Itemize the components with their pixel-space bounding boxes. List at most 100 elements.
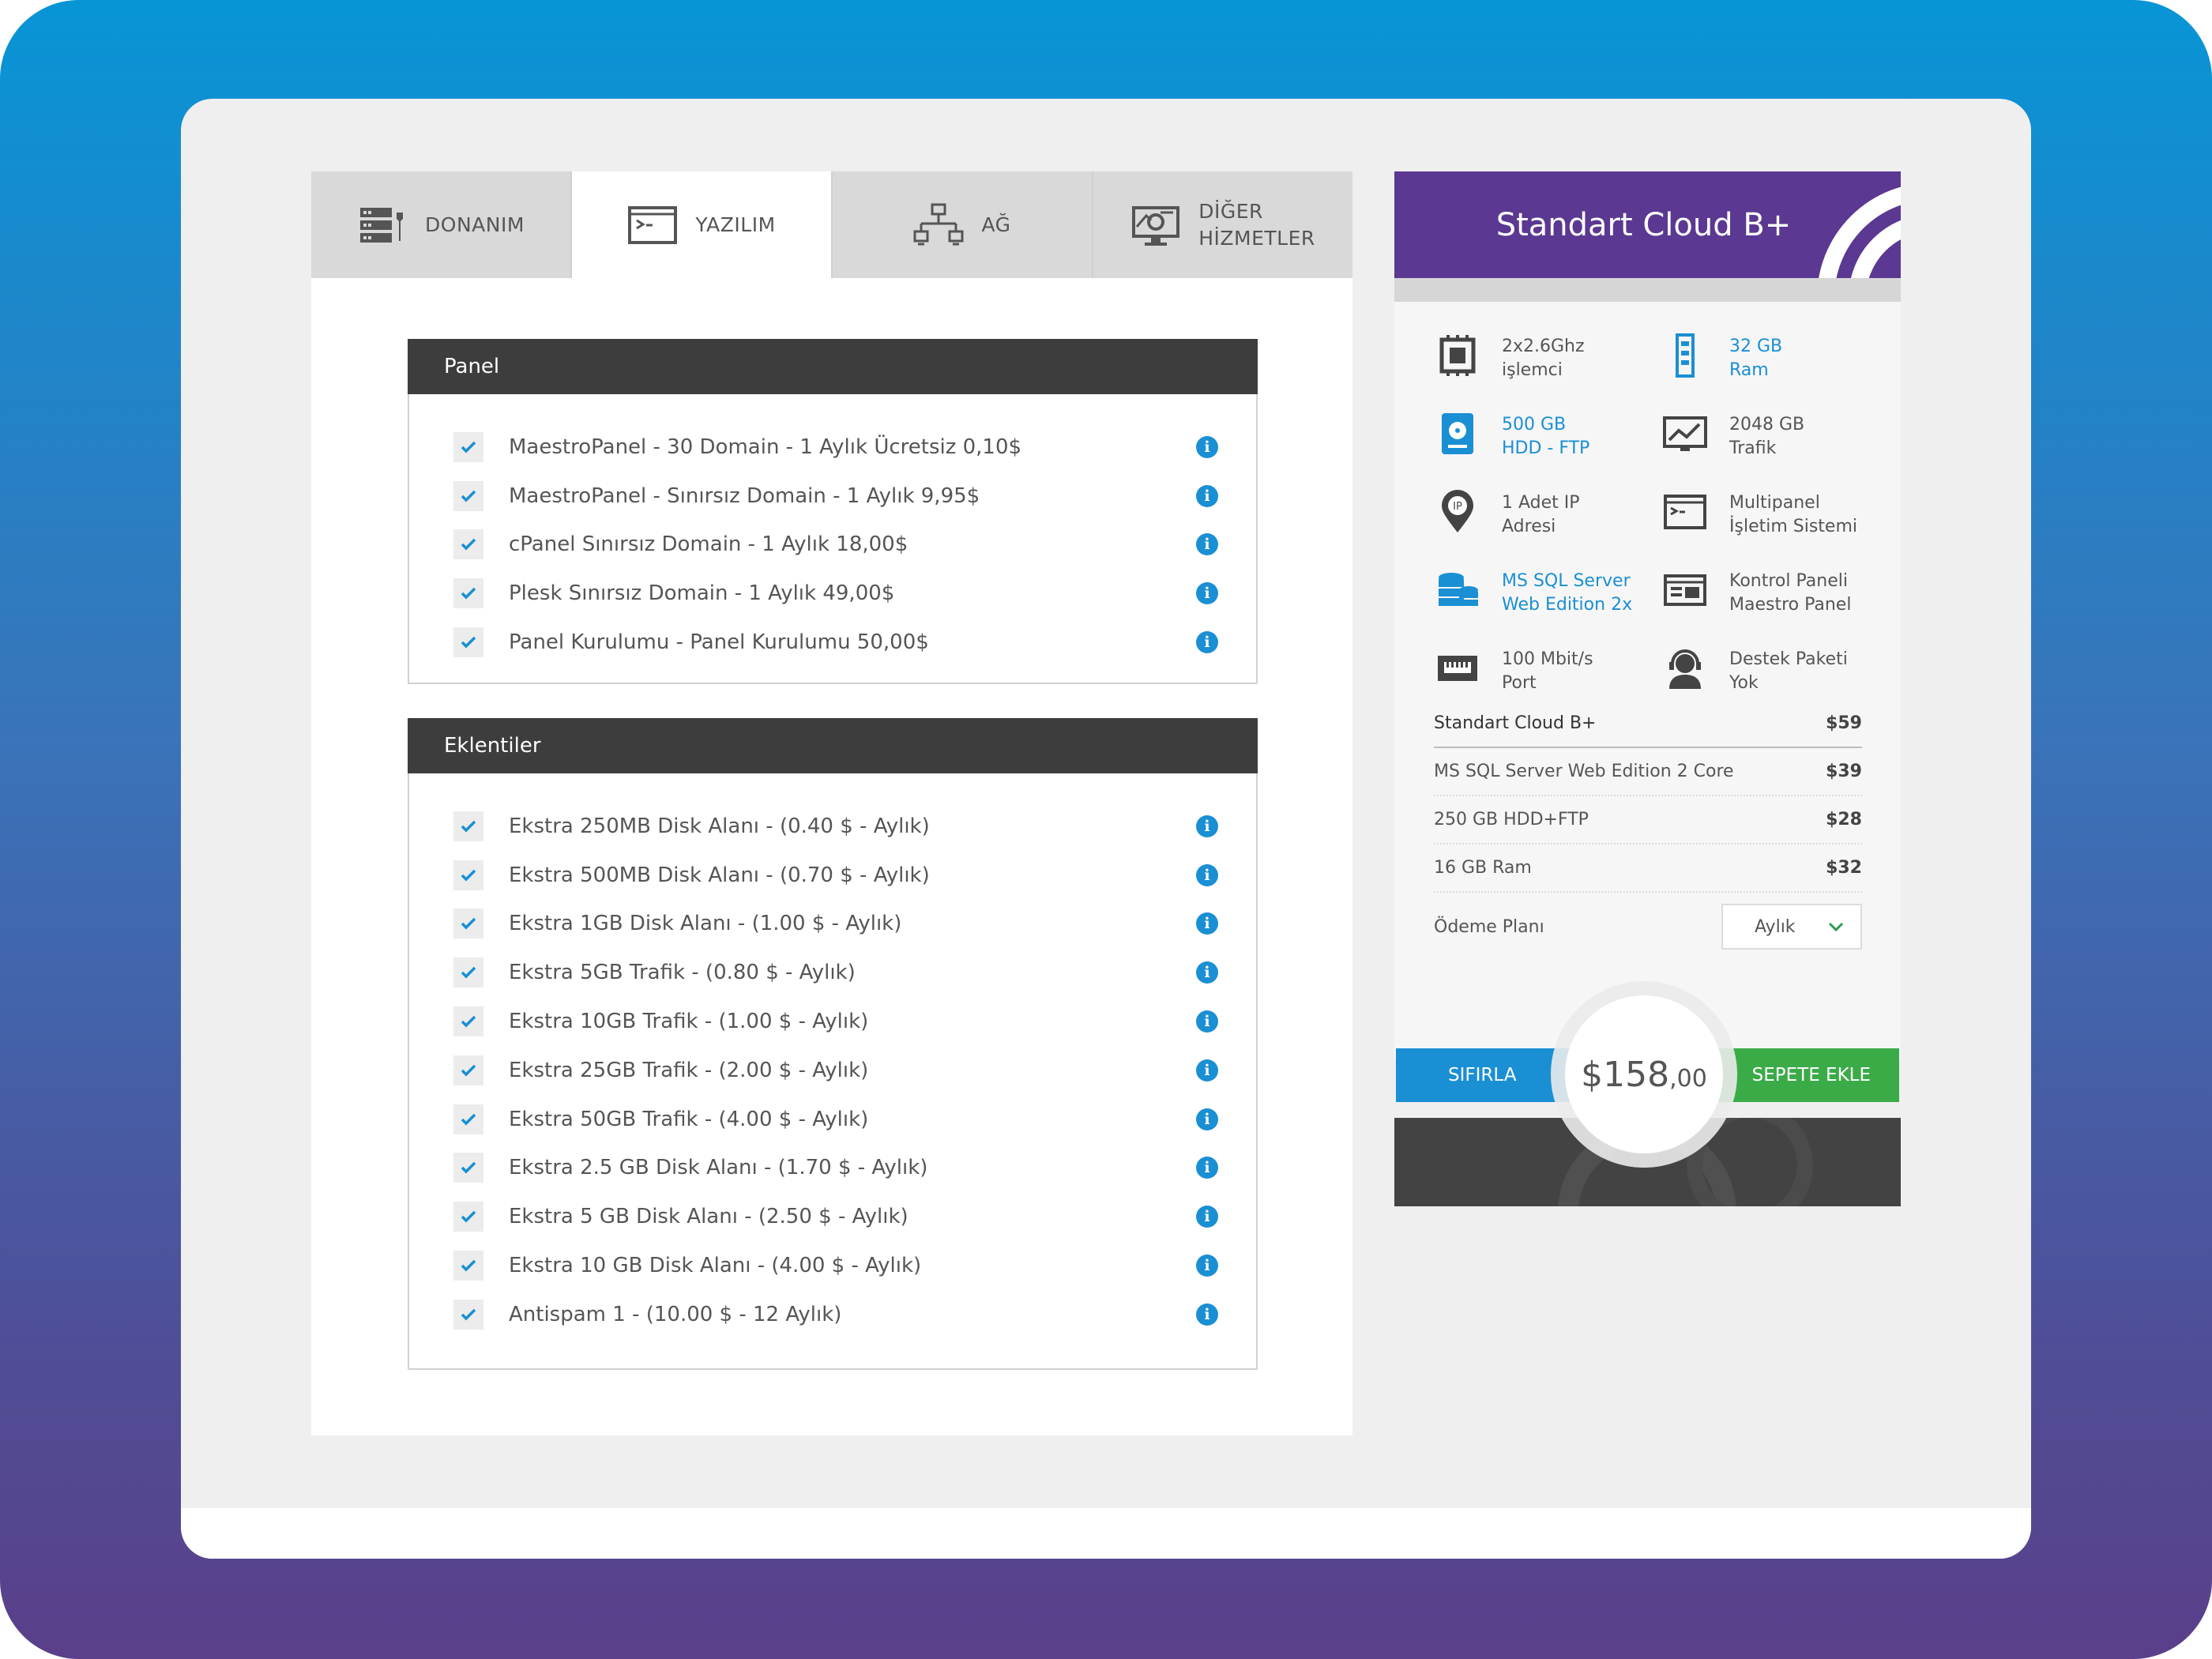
checkmark-icon <box>461 820 476 833</box>
option-label: Ekstra 250MB Disk Alanı - (0.40 $ - Aylı… <box>509 814 930 838</box>
option-item[interactable]: Ekstra 10GB Trafik - (1.00 $ - Aylık) i <box>409 997 1256 1046</box>
info-icon[interactable]: i <box>1196 1206 1218 1228</box>
info-icon[interactable]: i <box>1196 582 1218 605</box>
hdd-icon <box>1442 413 1473 454</box>
option-label: Plesk Sınırsız Domain - 1 Aylık 49,00$ <box>509 581 895 606</box>
spec-line2: HDD - FTP <box>1502 438 1590 458</box>
option-label: Ekstra 10GB Trafik - (1.00 $ - Aylık) <box>509 1010 869 1034</box>
info-icon[interactable]: i <box>1196 961 1218 984</box>
payment-plan-select[interactable]: Aylık <box>1721 904 1862 950</box>
checkbox[interactable] <box>453 811 483 841</box>
checkbox[interactable] <box>453 480 483 511</box>
spec-item: 500 GB HDD - FTP <box>1435 412 1663 490</box>
checkbox[interactable] <box>453 1251 483 1281</box>
info-icon[interactable]: i <box>1196 631 1218 654</box>
info-icon[interactable]: i <box>1196 435 1218 458</box>
info-icon[interactable]: i <box>1196 1303 1218 1326</box>
info-icon[interactable]: i <box>1196 533 1218 556</box>
addons-section-title: Eklentiler <box>408 718 1258 773</box>
option-item[interactable]: Ekstra 5 GB Disk Alanı - (2.50 $ - Aylık… <box>409 1192 1256 1241</box>
checkbox[interactable] <box>453 431 483 462</box>
spec-line1: 500 GB <box>1502 415 1567 434</box>
option-item[interactable]: MaestroPanel - Sınırsız Domain - 1 Aylık… <box>409 472 1256 521</box>
price-row-label: MS SQL Server Web Edition 2 Core <box>1434 762 1734 781</box>
price-row: MS SQL Server Web Edition 2 Core $39 <box>1434 748 1862 796</box>
price-row-amount: $28 <box>1826 810 1862 830</box>
checkbox[interactable] <box>453 957 483 988</box>
checkmark-icon <box>461 636 476 649</box>
network-icon <box>913 203 964 245</box>
background: DONANIM YAZILIM AĞ DİĞER HİZMETLER Panel… <box>0 0 2212 1659</box>
option-item[interactable]: Ekstra 10 GB Disk Alanı - (4.00 $ - Aylı… <box>409 1241 1256 1290</box>
spec-text: MS SQL Server Web Edition 2x <box>1502 568 1632 617</box>
payment-plan-row: Ödeme Planı Aylık <box>1434 904 1862 950</box>
option-label: cPanel Sınırsız Domain - 1 Aylık 18,00$ <box>509 532 908 557</box>
info-icon[interactable]: i <box>1196 1157 1218 1179</box>
price-row-amount: $59 <box>1826 713 1862 733</box>
option-item[interactable]: Antispam 1 - (10.00 $ - 12 Aylık) i <box>409 1290 1256 1339</box>
checkmark-icon <box>461 490 476 502</box>
option-label: Ekstra 1GB Disk Alanı - (1.00 $ - Aylık) <box>509 912 902 936</box>
option-item[interactable]: Plesk Sınırsız Domain - 1 Aylık 49,00$ i <box>409 569 1256 618</box>
info-icon[interactable]: i <box>1196 814 1218 837</box>
option-item[interactable]: MaestroPanel - 30 Domain - 1 Aylık Ücret… <box>409 423 1256 472</box>
option-label: Ekstra 5 GB Disk Alanı - (2.50 $ - Aylık… <box>509 1205 908 1229</box>
checkbox[interactable] <box>453 627 483 658</box>
option-label: Antispam 1 - (10.00 $ - 12 Aylık) <box>509 1302 842 1326</box>
checkmark-icon <box>461 1259 476 1272</box>
checkmark-icon <box>461 587 476 600</box>
support-headset-icon <box>1669 649 1701 689</box>
info-icon[interactable]: i <box>1196 1059 1218 1082</box>
total-price-main: $158 <box>1581 1054 1670 1095</box>
option-item[interactable]: Ekstra 250MB Disk Alanı - (0.40 $ - Aylı… <box>409 802 1256 851</box>
total-price-cents: ,00 <box>1669 1064 1707 1093</box>
option-label: MaestroPanel - 30 Domain - 1 Aylık Ücret… <box>509 434 1022 459</box>
info-icon[interactable]: i <box>1196 1010 1218 1033</box>
checkmark-icon <box>461 1161 476 1174</box>
spec-item: MS SQL Server Web Edition 2x <box>1435 568 1663 646</box>
info-icon[interactable]: i <box>1196 912 1218 935</box>
checkbox[interactable] <box>453 860 483 890</box>
checkbox[interactable] <box>453 529 483 560</box>
option-item[interactable]: Panel Kurulumu - Panel Kurulumu 50,00$ i <box>409 618 1256 667</box>
option-item[interactable]: Ekstra 1GB Disk Alanı - (1.00 $ - Aylık)… <box>409 900 1256 949</box>
option-item[interactable]: Ekstra 25GB Trafik - (2.00 $ - Aylık) i <box>409 1046 1256 1095</box>
database-icon <box>1439 573 1478 606</box>
spec-text: 1 Adet IP Adresi <box>1502 490 1580 539</box>
tab-donanim[interactable]: DONANIM <box>311 171 572 278</box>
option-label: Ekstra 2.5 GB Disk Alanı - (1.70 $ - Ayl… <box>509 1156 928 1180</box>
option-label: Ekstra 50GB Trafik - (4.00 $ - Aylık) <box>509 1107 869 1131</box>
info-icon[interactable]: i <box>1196 484 1218 507</box>
checkbox[interactable] <box>453 908 483 939</box>
spec-line1: MS SQL Server <box>1502 571 1631 591</box>
total-price: $158 ,00 <box>1565 995 1723 1153</box>
option-item[interactable]: Ekstra 50GB Trafik - (4.00 $ - Aylık) i <box>409 1095 1256 1144</box>
option-item[interactable]: Ekstra 2.5 GB Disk Alanı - (1.70 $ - Ayl… <box>409 1144 1256 1193</box>
tab-label: DİĞER HİZMETLER <box>1198 199 1315 250</box>
spec-line2: Web Edition 2x <box>1502 595 1633 615</box>
terminal-icon <box>1664 495 1706 529</box>
checkbox[interactable] <box>453 1202 483 1232</box>
info-icon[interactable]: i <box>1196 1255 1218 1277</box>
info-icon[interactable]: i <box>1196 1108 1218 1130</box>
info-icon[interactable]: i <box>1196 863 1218 886</box>
tab-diger-hizmetler[interactable]: DİĞER HİZMETLER <box>1093 171 1352 278</box>
option-item[interactable]: cPanel Sınırsız Domain - 1 Aylık 18,00$ i <box>409 521 1256 570</box>
checkbox[interactable] <box>453 1153 483 1183</box>
option-item[interactable]: Ekstra 500MB Disk Alanı - (0.70 $ - Aylı… <box>409 851 1256 900</box>
checkbox[interactable] <box>453 1006 483 1037</box>
price-row: Standart Cloud B+ $59 <box>1434 700 1862 748</box>
payment-plan-value: Aylık <box>1755 916 1796 937</box>
price-row-label: 250 GB HDD+FTP <box>1434 810 1589 830</box>
tab-ag[interactable]: AĞ <box>833 171 1093 278</box>
tab-yazilim[interactable]: YAZILIM <box>572 171 833 278</box>
checkbox[interactable] <box>453 1104 483 1134</box>
spec-line2: işlemci <box>1502 360 1563 380</box>
option-item[interactable]: Ekstra 5GB Trafik - (0.80 $ - Aylık) i <box>409 948 1256 997</box>
terminal-icon <box>628 205 678 244</box>
checkbox[interactable] <box>453 1055 483 1085</box>
tab-label: AĞ <box>981 213 1011 236</box>
checkbox[interactable] <box>453 1299 483 1330</box>
checkbox[interactable] <box>453 578 483 609</box>
spec-line2: Adresi <box>1502 517 1556 536</box>
